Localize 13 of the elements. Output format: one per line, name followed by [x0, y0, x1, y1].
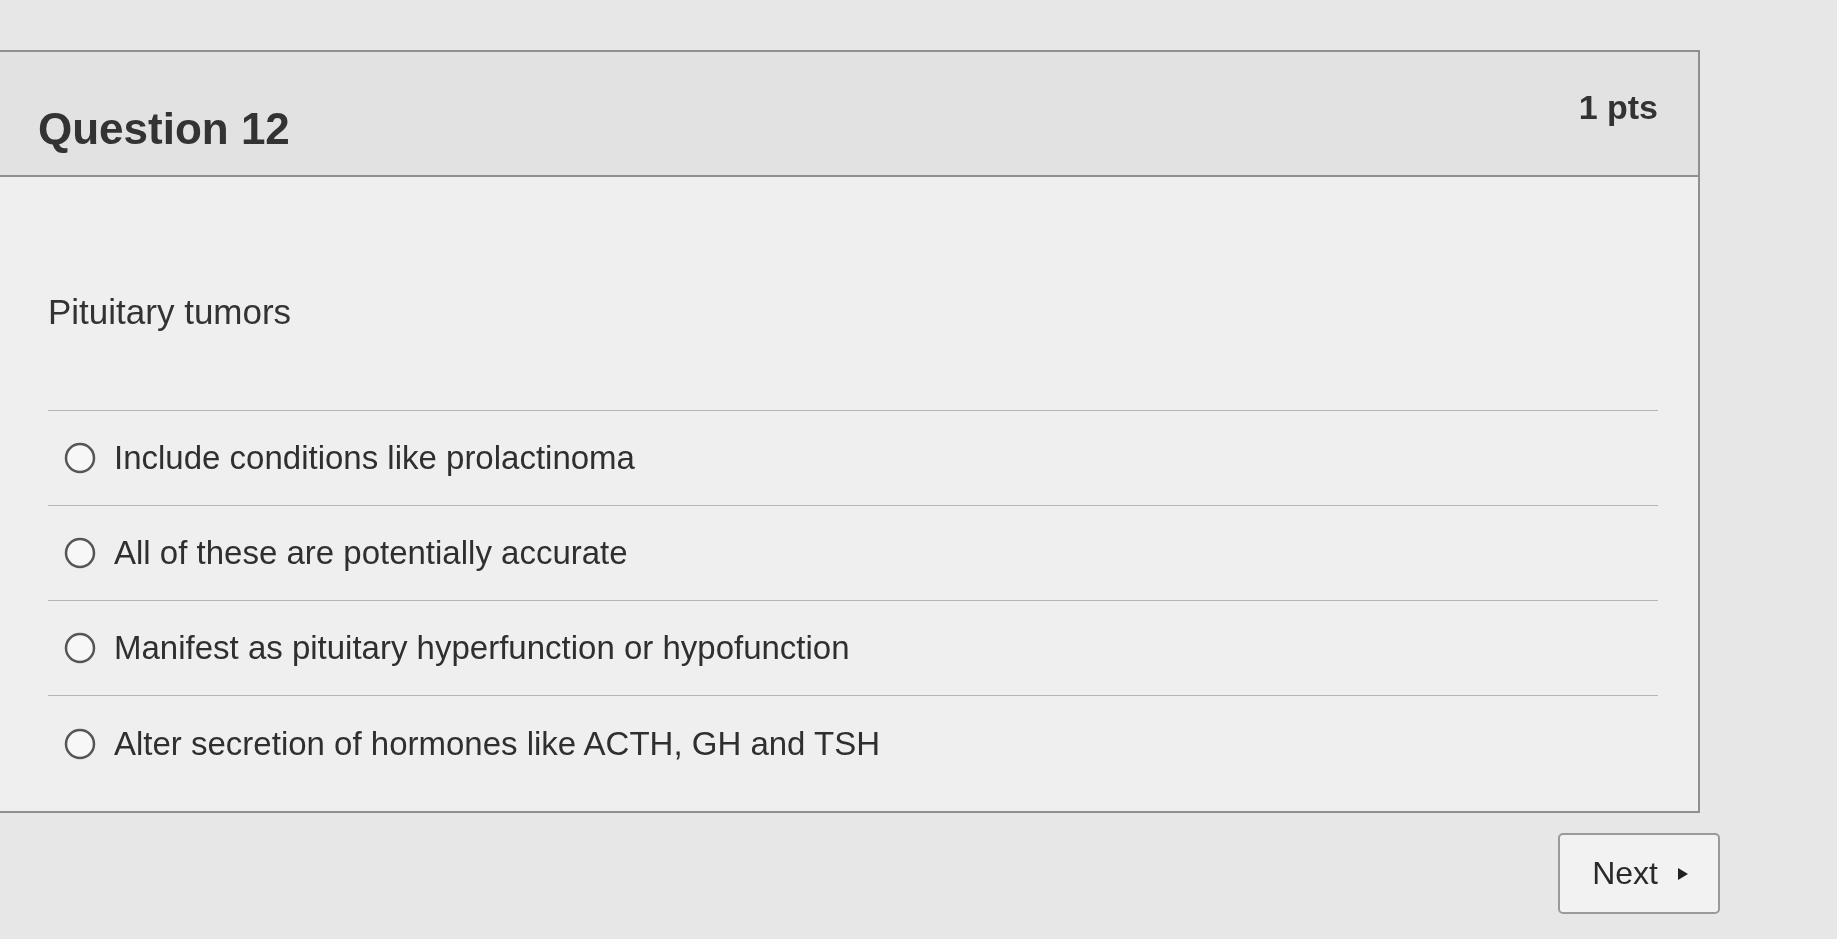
- answer-option[interactable]: Manifest as pituitary hyperfunction or hypofunction: [48, 601, 1658, 696]
- radio-button[interactable]: [64, 632, 96, 664]
- question-title: Question 12: [38, 104, 290, 154]
- question-prompt: Pituitary tumors: [48, 292, 293, 332]
- points-label: 1 pts: [1578, 88, 1658, 127]
- radio-button[interactable]: [64, 537, 96, 569]
- radio-button[interactable]: [64, 727, 96, 760]
- answer-option[interactable]: Include conditions like prolactinoma: [48, 411, 1658, 506]
- answer-option[interactable]: Alter secretion of hormones like ACTH, GH and TSH: [48, 696, 1658, 791]
- radio-button[interactable]: [64, 442, 96, 474]
- answer-option[interactable]: All of these are potentially accurate: [48, 506, 1658, 601]
- next-button[interactable]: Next: [1558, 833, 1720, 914]
- caret-icon: [1678, 867, 1688, 880]
